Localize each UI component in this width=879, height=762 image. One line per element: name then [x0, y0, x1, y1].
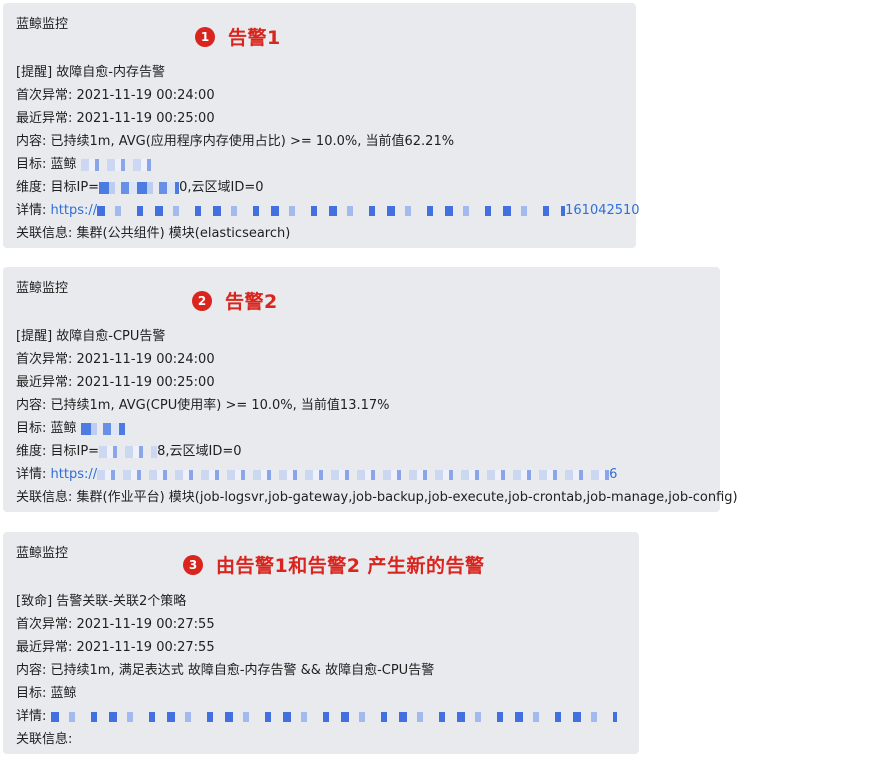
first-abnormal-label: 首次异常: — [16, 617, 77, 632]
message-header: 蓝鲸监控 1 告警1 — [16, 15, 636, 61]
alert-target: 目标: 蓝鲸 — [16, 417, 720, 440]
alert-detail: 详情: — [16, 705, 639, 728]
redacted-url — [50, 711, 617, 722]
sender-name: 蓝鲸监控 — [16, 281, 69, 296]
last-abnormal: 最近异常: 2021-11-19 00:25:00 — [16, 371, 720, 394]
last-abnormal: 最近异常: 2021-11-19 00:25:00 — [16, 107, 636, 130]
detail-link[interactable]: https://161042510 — [51, 203, 640, 218]
alert-dimension: 维度: 目标IP= 0,云区域ID=0 — [16, 176, 636, 199]
last-abnormal-time: 2021-11-19 00:25:00 — [76, 111, 215, 126]
annotation: 2 告警2 — [192, 287, 278, 314]
alert-detail: 详情: https://161042510 — [16, 199, 640, 222]
alert-content: 内容: 已持续1m, 满足表达式 故障自愈-内存告警 && 故障自愈-CPU告警 — [16, 663, 435, 678]
alert-subject: [致命] 告警关联-关联2个策略 — [16, 594, 187, 609]
message-header: 蓝鲸监控 2 告警2 — [16, 279, 720, 325]
alert-content: 内容: 已持续1m, AVG(应用程序内存使用占比) >= 10.0%, 当前值… — [16, 134, 455, 149]
alert-message-1: 蓝鲸监控 1 告警1 [提醒] 故障自愈-内存告警 首次异常: 2021-11-… — [3, 3, 640, 248]
dimension-tail: 0,云区域ID=0 — [179, 180, 264, 195]
detail-label: 详情: — [16, 709, 51, 724]
last-abnormal-time: 2021-11-19 00:25:00 — [76, 375, 215, 390]
first-abnormal-time: 2021-11-19 00:27:55 — [76, 617, 215, 632]
number-badge: 1 — [195, 26, 215, 47]
redacted-target — [80, 422, 125, 435]
target-label: 目标: 蓝鲸 — [16, 157, 77, 172]
alert-related: 关联信息: 集群(公共组件) 模块(elasticsearch) — [16, 226, 291, 241]
alert-content: 内容: 已持续1m, AVG(CPU使用率) >= 10.0%, 当前值13.1… — [16, 398, 390, 413]
first-abnormal: 首次异常: 2021-11-19 00:27:55 — [16, 613, 639, 636]
dimension-tail: 8,云区域ID=0 — [157, 444, 242, 459]
alert-detail: 详情: https://6 — [16, 463, 720, 486]
last-abnormal-time: 2021-11-19 00:27:55 — [76, 640, 215, 655]
redacted-url — [97, 469, 610, 480]
first-abnormal-label: 首次异常: — [16, 352, 77, 367]
alert-message-2: 蓝鲸监控 2 告警2 [提醒] 故障自愈-CPU告警 首次异常: 2021-11… — [3, 267, 738, 512]
alert-dimension: 维度: 目标IP= 8,云区域ID=0 — [16, 440, 720, 463]
last-abnormal-label: 最近异常: — [16, 111, 77, 126]
annotation-title: 由告警1和告警2 产生新的告警 — [216, 555, 485, 577]
alert-target: 目标: 蓝鲸 — [16, 682, 639, 705]
alert-message-3: 蓝鲸监控 3 由告警1和告警2 产生新的告警 [致命] 告警关联-关联2个策略 … — [3, 532, 639, 754]
detail-label: 详情: — [16, 467, 51, 482]
alert-target: 目标: 蓝鲸 — [16, 153, 636, 176]
target-label: 目标: 蓝鲸 — [16, 686, 77, 701]
annotation-title: 告警2 — [225, 291, 278, 313]
first-abnormal-time: 2021-11-19 00:24:00 — [76, 88, 215, 103]
first-abnormal-time: 2021-11-19 00:24:00 — [76, 352, 215, 367]
alert-related: 关联信息: 集群(作业平台) 模块(job-logsvr,job-gateway… — [16, 490, 738, 505]
detail-label: 详情: — [16, 203, 51, 218]
number-badge: 3 — [183, 554, 203, 575]
annotation-title: 告警1 — [228, 27, 281, 49]
redacted-target — [80, 158, 151, 171]
alert-subject: [提醒] 故障自愈-内存告警 — [16, 65, 165, 80]
alert-subject: [提醒] 故障自愈-CPU告警 — [16, 329, 166, 344]
first-abnormal: 首次异常: 2021-11-19 00:24:00 — [16, 84, 636, 107]
redacted-ip — [99, 445, 158, 458]
last-abnormal-label: 最近异常: — [16, 640, 77, 655]
number-badge: 2 — [192, 290, 212, 311]
redacted-ip — [99, 181, 180, 194]
last-abnormal-label: 最近异常: — [16, 375, 77, 390]
target-label: 目标: 蓝鲸 — [16, 421, 77, 436]
first-abnormal-label: 首次异常: — [16, 88, 77, 103]
detail-link[interactable]: https://6 — [51, 467, 618, 482]
sender-name: 蓝鲸监控 — [16, 17, 69, 32]
detail-link[interactable] — [50, 709, 617, 724]
alert-related: 关联信息: — [16, 732, 73, 747]
annotation: 1 告警1 — [195, 23, 281, 50]
annotation: 3 由告警1和告警2 产生新的告警 — [183, 551, 485, 578]
message-header: 蓝鲸监控 3 由告警1和告警2 产生新的告警 — [16, 544, 639, 590]
last-abnormal: 最近异常: 2021-11-19 00:27:55 — [16, 636, 639, 659]
redacted-url — [97, 205, 566, 216]
dimension-label: 维度: 目标IP= — [16, 180, 100, 195]
dimension-label: 维度: 目标IP= — [16, 444, 100, 459]
first-abnormal: 首次异常: 2021-11-19 00:24:00 — [16, 348, 720, 371]
